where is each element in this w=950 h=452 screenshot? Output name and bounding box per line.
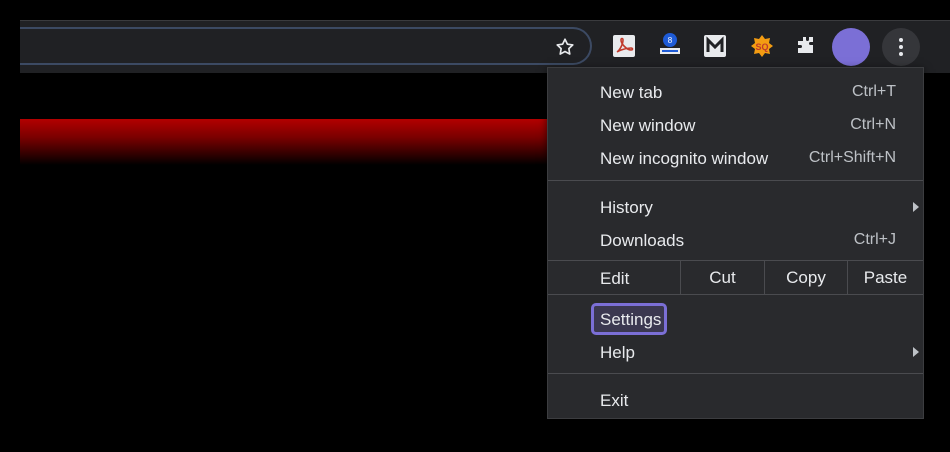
edit-row: Edit Cut Copy Paste: [548, 260, 923, 295]
sq-extension-icon[interactable]: SQ: [748, 34, 776, 58]
paste-button[interactable]: Paste: [847, 261, 923, 294]
menu-dot-icon: [899, 45, 903, 49]
menu-item-label: Downloads: [600, 231, 685, 250]
menu-item-new-window[interactable]: New window Ctrl+N: [548, 109, 923, 142]
red-banner: [20, 119, 550, 165]
browser-menu-dropdown: New tab Ctrl+T New window Ctrl+N New inc…: [547, 67, 924, 419]
menu-item-help[interactable]: Help: [548, 336, 923, 369]
submenu-arrow-icon: [913, 202, 919, 212]
menu-item-shortcut: Ctrl+J: [853, 231, 896, 248]
menu-item-shortcut: Ctrl+T: [852, 83, 896, 100]
menu-divider: [548, 180, 923, 181]
menu-item-new-incognito-window[interactable]: New incognito window Ctrl+Shift+N: [548, 142, 923, 175]
copy-button[interactable]: Copy: [764, 261, 847, 294]
menu-item-history[interactable]: History: [548, 191, 923, 224]
menu-item-label: Settings: [600, 310, 662, 329]
menu-item-downloads[interactable]: Downloads Ctrl+J: [548, 224, 923, 257]
menu-item-new-tab[interactable]: New tab Ctrl+T: [548, 76, 923, 109]
menu-item-label: New incognito window: [600, 149, 769, 168]
menu-item-label: Help: [600, 343, 635, 362]
bookmark-star-icon[interactable]: [554, 36, 576, 58]
menu-divider: [548, 373, 923, 374]
menu-dot-icon: [899, 52, 903, 56]
menu-item-label: Exit: [600, 391, 629, 410]
sync-extension-icon[interactable]: 8: [656, 31, 684, 59]
menu-item-label: New tab: [600, 83, 663, 102]
m-extension-icon[interactable]: [703, 34, 727, 58]
cut-button[interactable]: Cut: [680, 261, 764, 294]
svg-text:SQ: SQ: [755, 42, 768, 52]
svg-text:8: 8: [668, 36, 673, 45]
menu-item-settings[interactable]: Settings: [548, 303, 923, 336]
window-frame: [0, 0, 950, 20]
puzzle-extensions-icon[interactable]: [794, 34, 818, 58]
menu-item-label: History: [600, 198, 653, 217]
pdf-extension-icon[interactable]: [612, 34, 636, 58]
menu-item-shortcut: Ctrl+N: [850, 116, 896, 133]
address-bar[interactable]: [20, 27, 592, 65]
browser-menu-button[interactable]: [882, 28, 920, 66]
profile-avatar[interactable]: [832, 28, 870, 66]
edit-label: Edit: [600, 269, 630, 288]
browser-toolbar: 8 SQ: [20, 20, 950, 73]
menu-item-shortcut: Ctrl+Shift+N: [808, 149, 896, 166]
menu-dot-icon: [899, 38, 903, 42]
submenu-arrow-icon: [913, 347, 919, 357]
menu-item-exit[interactable]: Exit: [548, 384, 923, 417]
menu-item-label: New window: [600, 116, 696, 135]
